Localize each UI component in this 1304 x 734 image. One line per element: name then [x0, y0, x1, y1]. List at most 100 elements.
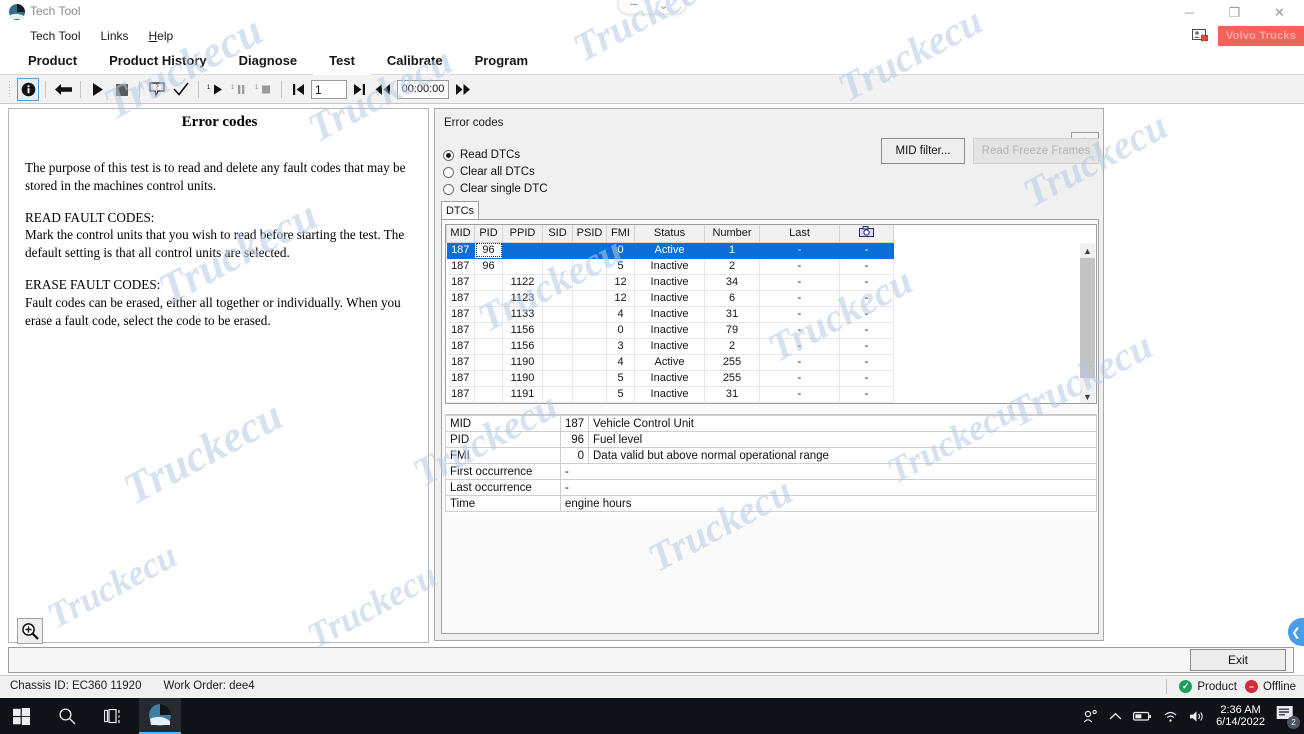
- cell-psid[interactable]: [573, 290, 607, 306]
- cell-psid[interactable]: [573, 274, 607, 290]
- cell-sid[interactable]: [543, 274, 573, 290]
- rewind-icon[interactable]: [372, 78, 394, 101]
- cell-status[interactable]: Inactive: [635, 258, 705, 274]
- col-mid[interactable]: MID: [447, 225, 475, 242]
- cell-sid[interactable]: [543, 386, 573, 402]
- cell-ppid[interactable]: 1156: [503, 322, 543, 338]
- fast-forward-icon[interactable]: [452, 78, 474, 101]
- step-play-icon[interactable]: 1: [205, 78, 227, 101]
- cell-number[interactable]: 1: [705, 242, 760, 258]
- cell-fmi[interactable]: 4: [607, 306, 635, 322]
- cell-ppid[interactable]: [503, 258, 543, 274]
- table-row[interactable]: 18711563Inactive2--: [447, 338, 894, 354]
- cell-snapshot[interactable]: -: [840, 258, 894, 274]
- cell-psid[interactable]: [573, 338, 607, 354]
- skip-first-icon[interactable]: [288, 78, 310, 101]
- cell-mid[interactable]: 187: [447, 386, 475, 402]
- chevron-down-icon[interactable]: ⌄: [659, 0, 668, 12]
- menu-item-tech-tool[interactable]: Tech Tool: [20, 27, 90, 45]
- cell-sid[interactable]: [543, 242, 573, 258]
- scroll-down-icon[interactable]: ▼: [1080, 389, 1095, 404]
- cell-pid[interactable]: [475, 370, 503, 386]
- toolbar-grip[interactable]: [8, 80, 12, 99]
- cell-snapshot[interactable]: -: [840, 306, 894, 322]
- col-pid[interactable]: PID: [475, 225, 503, 242]
- cell-last[interactable]: -: [760, 322, 840, 338]
- table-row[interactable]: 18711334Inactive31--: [447, 306, 894, 322]
- cell-number[interactable]: 79: [705, 322, 760, 338]
- step-pause-icon[interactable]: 1: [229, 78, 251, 101]
- cell-psid[interactable]: [573, 258, 607, 274]
- cell-number[interactable]: 6: [705, 290, 760, 306]
- menu-item-links[interactable]: Links: [90, 27, 138, 45]
- notification-icon[interactable]: 2: [1276, 705, 1298, 727]
- pill-minimize-icon[interactable]: ─: [630, 0, 638, 11]
- cell-status[interactable]: Inactive: [635, 386, 705, 402]
- cell-fmi[interactable]: 5: [607, 370, 635, 386]
- col-last[interactable]: Last: [760, 225, 840, 242]
- cell-snapshot[interactable]: -: [840, 290, 894, 306]
- cell-mid[interactable]: 187: [447, 322, 475, 338]
- cell-pid[interactable]: [475, 386, 503, 402]
- cell-fmi[interactable]: 12: [607, 274, 635, 290]
- cell-psid[interactable]: [573, 306, 607, 322]
- table-row[interactable]: 18711560Inactive79--: [447, 322, 894, 338]
- checkmark-icon[interactable]: [170, 78, 192, 101]
- cell-sid[interactable]: [543, 370, 573, 386]
- close-button[interactable]: ✕: [1257, 0, 1302, 26]
- taskbar-app-techtool[interactable]: [139, 698, 181, 734]
- table-row[interactable]: 18711904Active255--: [447, 354, 894, 370]
- cell-number[interactable]: 31: [705, 386, 760, 402]
- cell-sid[interactable]: [543, 258, 573, 274]
- cell-number[interactable]: 34: [705, 274, 760, 290]
- cell-status[interactable]: Inactive: [635, 306, 705, 322]
- cell-mid[interactable]: 187: [447, 274, 475, 290]
- col-snapshot[interactable]: [840, 225, 894, 242]
- tab-diagnose[interactable]: Diagnose: [223, 46, 314, 75]
- radio-indicator-read-dtcs[interactable]: [443, 150, 454, 161]
- table-row[interactable]: 187960Active1--: [447, 242, 894, 258]
- cell-last[interactable]: -: [760, 258, 840, 274]
- tab-dtcs[interactable]: DTCs: [441, 201, 479, 220]
- cell-fmi[interactable]: 3: [607, 338, 635, 354]
- cell-last[interactable]: -: [760, 290, 840, 306]
- cell-status[interactable]: Inactive: [635, 274, 705, 290]
- cell-ppid[interactable]: 1156: [503, 338, 543, 354]
- cell-fmi[interactable]: 12: [607, 290, 635, 306]
- cell-mid[interactable]: 187: [447, 290, 475, 306]
- table-row[interactable]: 187112312Inactive6--: [447, 290, 894, 306]
- radio-read-dtcs[interactable]: Read DTCs: [443, 149, 520, 161]
- cell-number[interactable]: 2: [705, 258, 760, 274]
- cell-last[interactable]: -: [760, 354, 840, 370]
- radio-clear-single-dtc[interactable]: Clear single DTC: [443, 183, 548, 195]
- cell-fmi[interactable]: 5: [607, 386, 635, 402]
- exit-button[interactable]: Exit: [1190, 649, 1286, 671]
- arrow-left-icon[interactable]: [52, 78, 74, 101]
- cell-mid[interactable]: 187: [447, 338, 475, 354]
- cell-pid[interactable]: 96: [475, 242, 503, 258]
- cell-fmi[interactable]: 0: [607, 242, 635, 258]
- cell-last[interactable]: -: [760, 386, 840, 402]
- cell-sid[interactable]: [543, 306, 573, 322]
- table-row[interactable]: 187965Inactive2--: [447, 258, 894, 274]
- tab-product-history[interactable]: Product History: [93, 46, 223, 75]
- tab-product[interactable]: Product: [12, 46, 93, 75]
- volume-icon[interactable]: [1189, 710, 1205, 723]
- cell-pid[interactable]: [475, 354, 503, 370]
- cell-sid[interactable]: [543, 338, 573, 354]
- cell-psid[interactable]: [573, 242, 607, 258]
- cell-sid[interactable]: [543, 322, 573, 338]
- cell-last[interactable]: -: [760, 242, 840, 258]
- col-ppid[interactable]: PPID: [503, 225, 543, 242]
- cell-fmi[interactable]: 4: [607, 354, 635, 370]
- cell-pid[interactable]: [475, 274, 503, 290]
- cell-pid[interactable]: [475, 306, 503, 322]
- chevron-left-icon[interactable]: ❮: [1288, 618, 1304, 646]
- wifi-icon[interactable]: [1163, 710, 1178, 723]
- cell-status[interactable]: Inactive: [635, 290, 705, 306]
- col-number[interactable]: Number: [705, 225, 760, 242]
- cell-number[interactable]: 31: [705, 306, 760, 322]
- cell-psid[interactable]: [573, 370, 607, 386]
- cell-number[interactable]: 255: [705, 370, 760, 386]
- floating-window-controls[interactable]: ─ ⌄: [618, 0, 686, 14]
